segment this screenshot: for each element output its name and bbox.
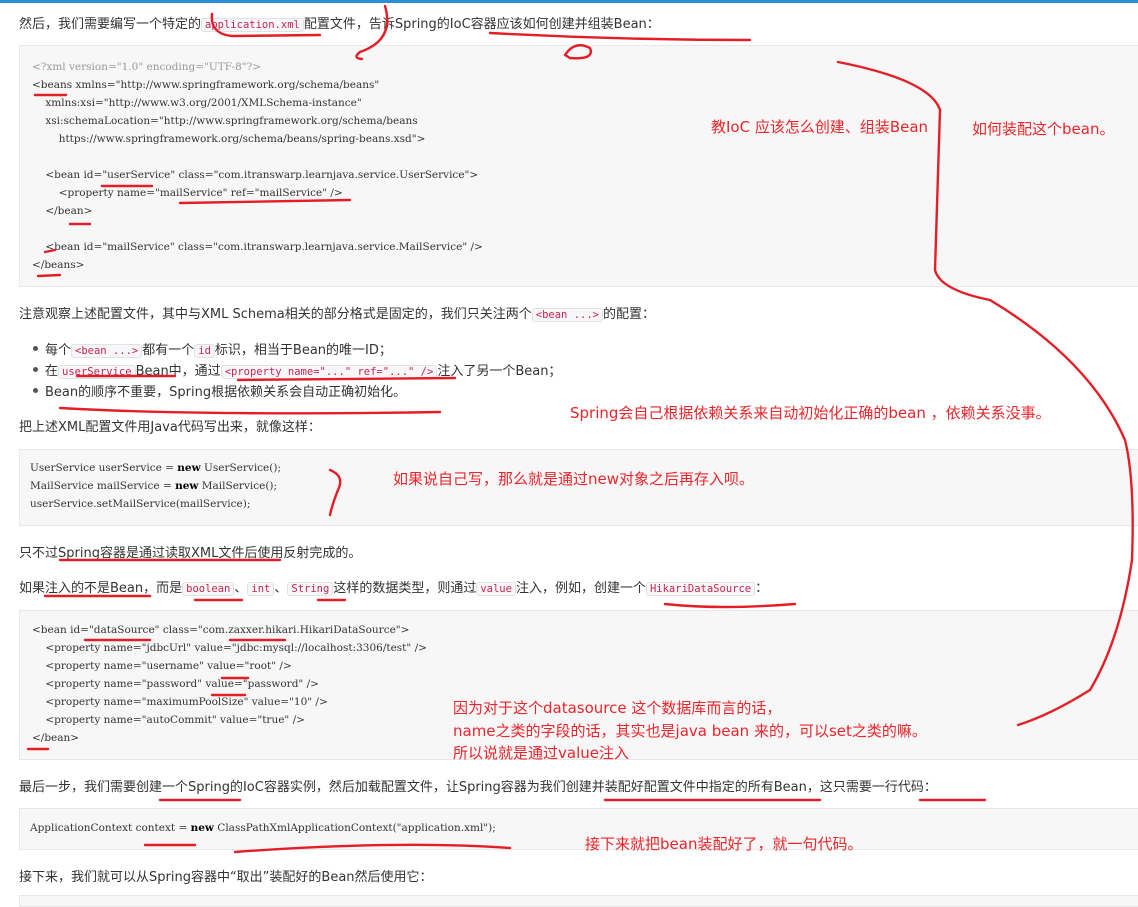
code-line: <property name="mailService" ref="mailSe…: [32, 187, 343, 199]
schema-note-text-end: 的配置：: [602, 307, 655, 322]
bullet-dot: [33, 346, 38, 351]
value-text-end: ：: [755, 581, 769, 596]
code-line: <property name="username" value="root" /…: [32, 660, 292, 672]
paragraph-next: 接下来，我们就可以从Spring容器中“取出”装配好的Bean然后使用它：: [19, 870, 433, 885]
code-line: <bean id="dataSource" class="com.zaxxer.…: [32, 624, 410, 636]
code-line: <bean id="mailService" class="com.itrans…: [32, 241, 483, 253]
bullet-text: 在: [45, 364, 59, 379]
bullet-item-property: 在 userService Bean中，通过 <property name="..."…: [33, 360, 561, 379]
code-line: <bean id="userService" class="com.itrans…: [32, 169, 479, 181]
code-line: </beans>: [32, 259, 85, 271]
code-keyword: new: [190, 822, 214, 834]
code-line: xmlns:xsi="http://www.w3.org/2001/XMLSch…: [32, 97, 362, 109]
top-accent-bar: [0, 0, 1138, 3]
paragraph-value-injection: 如果注入的不是Bean，而是 boolean、 int、 String 这样的数据类型，…: [19, 577, 768, 596]
code-keyword: new: [177, 462, 201, 474]
bullet-text: 注入了另一个Bean；: [437, 364, 562, 379]
annotation-stroke: [663, 602, 797, 609]
intro-text: 然后，我们需要编写一个特定的: [19, 17, 202, 32]
value-text: 、: [274, 581, 288, 596]
intro-text-end: 配置文件，告诉Spring的IoC容器应该如何创建并组装Bean：: [303, 17, 660, 32]
code-line: <property name="password" value="passwor…: [32, 678, 319, 690]
code-line: </bean>: [32, 205, 93, 217]
annotation-note: 如果说自己写，那么就是通过new对象之后再存入呗。: [393, 470, 755, 488]
annotation-note: 接下来就把bean装配好了，就一句代码。: [585, 835, 863, 853]
code-line: https://www.springframework.org/schema/b…: [32, 133, 426, 145]
code-block-partial: [19, 895, 1138, 907]
code-line: userService.setMailService(mailService);: [30, 498, 251, 510]
bullet-text: Bean的顺序不重要，Spring根据依赖关系会自动正确初始化。: [45, 385, 407, 400]
annotation-note: name之类的字段的话，其实也是java bean 来的，可以set之类的嘛。: [453, 722, 927, 740]
value-text: 这样的数据类型，则通过: [333, 581, 477, 596]
code-text: UserService();: [200, 462, 282, 474]
inline-code-value: value: [476, 582, 516, 596]
code-line: <beans xmlns="http://www.springframework…: [32, 79, 380, 91]
code-text: ClassPathXmlApplicationContext("applicat…: [213, 822, 496, 834]
code-text: MailService();: [198, 480, 278, 492]
value-text: 、: [234, 581, 248, 596]
code-line: xsi:schemaLocation="http://www.springfra…: [32, 115, 418, 127]
code-text: ApplicationContext context =: [30, 822, 191, 834]
annotation-note: 教IoC 应该怎么创建、组装Bean: [711, 118, 929, 136]
annotation-note: Spring会自己根据依赖关系来自动初始化正确的bean ，依赖关系没事。: [570, 404, 1051, 422]
bullet-item-order: Bean的顺序不重要，Spring根据依赖关系会自动正确初始化。: [33, 381, 406, 400]
inline-code-property: <property name="..." ref="..." />: [220, 365, 438, 379]
inline-code-id: id: [194, 344, 215, 358]
code-keyword: new: [175, 480, 199, 492]
paragraph-intro: 然后，我们需要编写一个特定的 application.xml 配置文件，告诉Spri…: [19, 13, 660, 32]
inline-code-int: int: [247, 582, 275, 596]
bullet-item-id: 每个 <bean ...> 都有一个 id 标识，相当于Bean的唯一ID；: [33, 339, 392, 358]
bullet-text: Bean中，通过: [135, 364, 221, 379]
value-text: 注入，例如，创建一个: [515, 581, 646, 596]
code-text: MailService mailService =: [30, 480, 176, 492]
annotation-note: 因为对于这个datasource 这个数据库而言的话，: [453, 699, 782, 717]
code-line: <property name="maximumPoolSize" value="…: [32, 696, 328, 708]
annotation-note: 如何装配这个bean。: [972, 120, 1115, 138]
code-text: UserService userService =: [30, 462, 178, 474]
paragraph-schema-note: 注意观察上述配置文件，其中与XML Schema相关的部分格式是固定的，我们只关…: [19, 303, 655, 322]
inline-code-hikari: HikariDataSource: [645, 582, 756, 596]
bullet-dot: [33, 388, 38, 393]
bullet-text: 都有一个: [142, 343, 195, 358]
code-line: UserService userService = new UserServic…: [30, 462, 281, 474]
code-line: </bean>: [32, 732, 80, 744]
code-line: <property name="autoCommit" value="true"…: [32, 714, 305, 726]
annotation-note: 所以说就是通过value注入: [453, 744, 629, 762]
code-line: <?xml version="1.0" encoding="UTF-8"?>: [32, 61, 262, 73]
inline-code-userservice: userService: [58, 365, 136, 379]
code-line: <property name="jdbcUrl" value="jdbc:mys…: [32, 642, 427, 654]
bullet-text: 标识，相当于Bean的唯一ID；: [214, 343, 392, 358]
inline-code-string: String: [287, 582, 334, 596]
schema-note-text: 注意观察上述配置文件，其中与XML Schema相关的部分格式是固定的，我们只关…: [19, 307, 532, 322]
code-line: ApplicationContext context = new ClassPa…: [30, 822, 496, 834]
paragraph-java-equivalent: 把上述XML配置文件用Java代码写出来，就像这样：: [19, 420, 321, 435]
inline-code-bean: <bean ...>: [71, 344, 143, 358]
annotation-stroke: [488, 31, 752, 42]
inline-code-boolean: boolean: [182, 582, 235, 596]
bullet-text: 每个: [45, 343, 72, 358]
value-text: 如果注入的不是Bean，而是: [19, 581, 183, 596]
inline-code-bean: <bean ...>: [531, 308, 603, 322]
paragraph-reflection: 只不过Spring容器是通过读取XML文件后使用反射完成的。: [19, 546, 362, 561]
code-line: MailService mailService = new MailServic…: [30, 480, 277, 492]
inline-code-application-xml: application.xml: [201, 18, 304, 32]
paragraph-last-step: 最后一步，我们需要创建一个Spring的IoC容器实例，然后加载配置文件，让Sp…: [19, 780, 937, 795]
bullet-dot: [33, 367, 38, 372]
annotation-stroke: [58, 406, 442, 415]
